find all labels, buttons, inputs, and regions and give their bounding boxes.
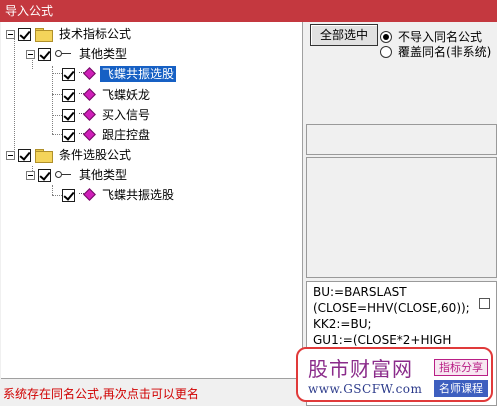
watermark-tag-course: 名师课程 <box>434 380 488 397</box>
tree-node-group-other[interactable]: 其他类型 <box>26 44 129 64</box>
tree-item-label: 买入信号 <box>102 108 151 122</box>
tree-item-label: 飞蝶妖龙 <box>102 88 151 102</box>
select-all-button[interactable]: 全部选中 <box>310 24 378 46</box>
formula-gem-icon <box>79 189 96 201</box>
site-watermark-logo: 股市财富网 www.GSCFW.com 指标分享 名师课程 <box>296 347 493 402</box>
radio-overwrite-duplicates[interactable]: 覆盖同名(非系统) <box>380 43 491 60</box>
checkbox-checked[interactable] <box>18 148 31 162</box>
key-icon <box>55 49 72 59</box>
key-icon <box>55 170 72 180</box>
radio-selected-icon[interactable] <box>380 30 392 43</box>
watermark-site-name: 股市财富网 <box>308 357 413 381</box>
watermark-tag-share: 指标分享 <box>434 359 488 376</box>
tree-item-label: 飞蝶共振选股 <box>102 188 175 202</box>
tree-item-formula[interactable]: 买入信号 <box>62 105 152 125</box>
formula-code-text: BU:=BARSLAST (CLOSE=HHV(CLOSE,60)); KK2:… <box>313 285 470 347</box>
tree-node-label: 技术指标公式 <box>59 27 132 41</box>
collapse-toggle-icon[interactable] <box>26 170 35 180</box>
checkbox-checked[interactable] <box>62 128 75 142</box>
checkbox-checked[interactable] <box>62 67 75 81</box>
tree-node-root-conditions[interactable]: 条件选股公式 <box>6 145 133 165</box>
tree-item-formula[interactable]: 飞蝶妖龙 <box>62 85 152 105</box>
collapse-toggle-icon[interactable] <box>6 150 15 160</box>
tree-node-root-indicators[interactable]: 技术指标公式 <box>6 24 133 44</box>
tree-node-group-other[interactable]: 其他类型 <box>26 165 129 185</box>
watermark-url: www.GSCFW.com <box>308 382 423 396</box>
formula-gem-icon <box>79 89 96 101</box>
checkbox-checked[interactable] <box>38 47 51 61</box>
status-message: 系统存在同名公式,再次点击可以更名 <box>3 387 199 401</box>
checkbox-checked[interactable] <box>62 188 75 202</box>
tree-item-formula[interactable]: 跟庄控盘 <box>62 125 152 145</box>
radio-unselected-icon[interactable] <box>380 45 392 58</box>
import-options: 全部选中 不导入同名公式 覆盖同名(非系统) <box>306 22 497 120</box>
tree-node-label: 条件选股公式 <box>59 148 132 162</box>
tree-connector-line <box>52 185 53 195</box>
collapse-toggle-icon[interactable] <box>6 29 15 39</box>
formula-info-panel <box>306 124 497 155</box>
folder-icon <box>35 148 53 163</box>
radio-label: 覆盖同名(非系统) <box>398 45 492 59</box>
checkbox-checked[interactable] <box>62 108 75 122</box>
tree-connector-line <box>52 66 53 134</box>
tree-item-formula[interactable]: 飞蝶共振选股 <box>62 64 177 84</box>
tree-node-label: 其他类型 <box>79 47 128 61</box>
formula-gem-icon <box>79 109 96 121</box>
formula-gem-icon <box>79 68 96 80</box>
collapse-toggle-icon[interactable] <box>26 49 35 59</box>
window-title: 导入公式 <box>0 0 497 22</box>
tree-item-label: 飞蝶共振选股 <box>100 66 177 82</box>
tree-node-label: 其他类型 <box>79 168 128 182</box>
tree-item-label: 跟庄控盘 <box>102 128 151 142</box>
tree-item-formula[interactable]: 飞蝶共振选股 <box>62 185 176 205</box>
checkbox-checked[interactable] <box>38 168 51 182</box>
folder-icon <box>35 27 53 42</box>
checkbox-checked[interactable] <box>18 27 31 41</box>
formula-description-panel <box>306 157 497 278</box>
formula-gem-icon <box>79 129 96 141</box>
formula-tree[interactable]: 技术指标公式 其他类型 飞蝶共振选股 飞蝶妖龙 买入信号 跟庄控盘 条件选股公式 <box>1 22 303 379</box>
scroll-box-icon[interactable] <box>479 298 490 309</box>
tree-connector-line <box>14 37 15 156</box>
checkbox-checked[interactable] <box>62 88 75 102</box>
